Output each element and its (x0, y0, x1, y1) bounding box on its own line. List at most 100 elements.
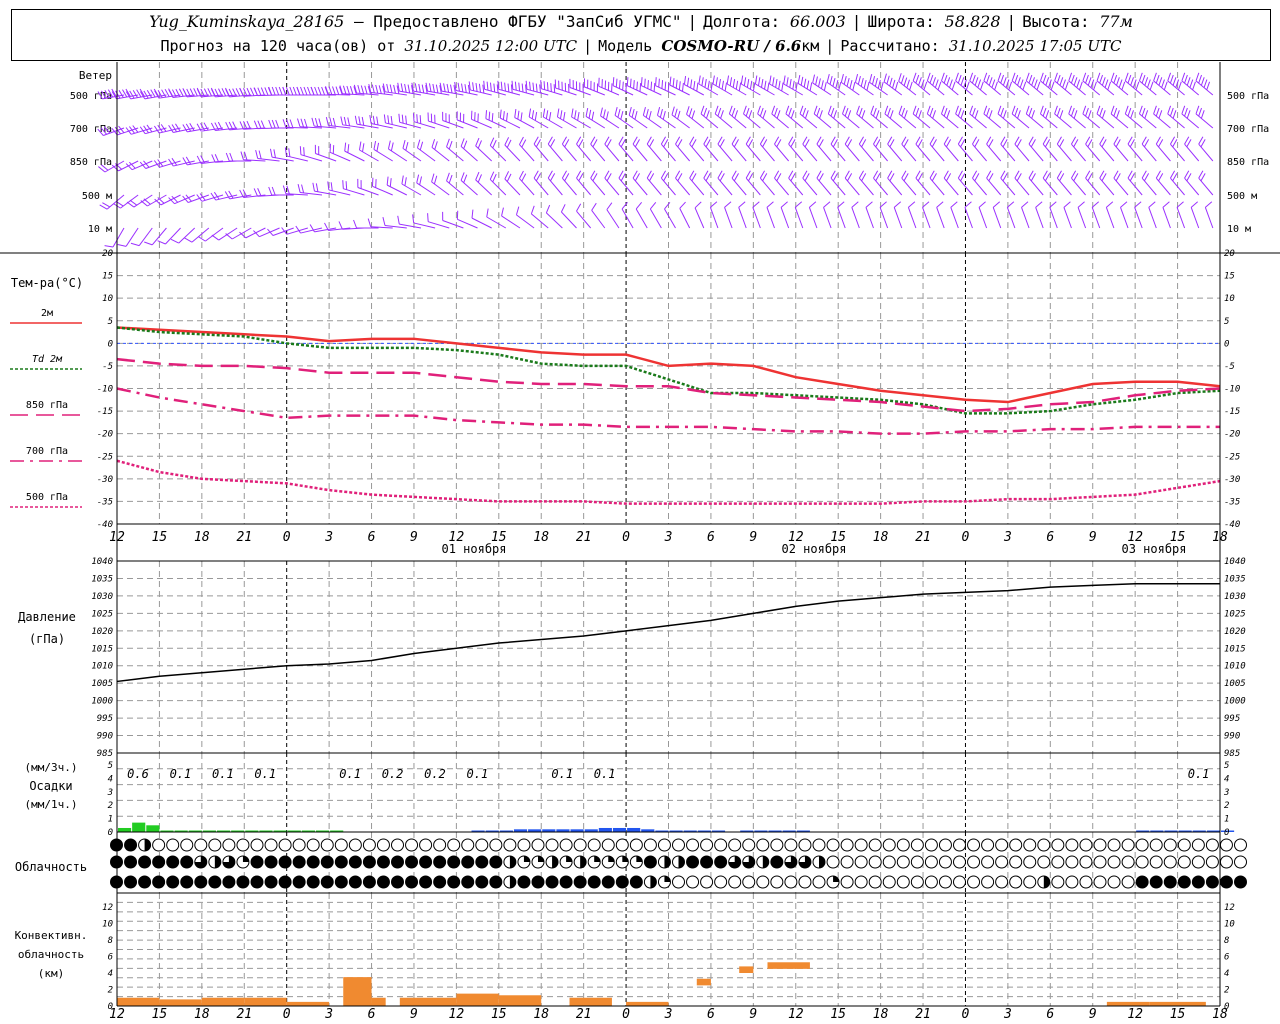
pressure-tick-label: 1000 (91, 697, 113, 707)
cloud-circle (362, 838, 376, 852)
wind-barb-feather (357, 85, 361, 94)
wind-barb-feather (788, 107, 792, 117)
wind-barb (757, 105, 775, 129)
wind-barb-feather (507, 83, 510, 93)
wind-barb (1195, 105, 1214, 129)
wind-barb-feather (986, 74, 990, 84)
wind-barb-feather (477, 140, 482, 149)
wind-barb-feather (431, 139, 436, 148)
wind-barb-feather (640, 77, 643, 86)
cloud-circle (391, 838, 404, 852)
wind-barb-feather (1073, 173, 1079, 182)
wind-barb (632, 170, 648, 196)
wind-barb (893, 201, 903, 229)
wind-barb-feather (663, 139, 669, 148)
cloud-symbol (1121, 875, 1135, 889)
wind-barb-shaft (165, 227, 181, 245)
cloud-circle (348, 838, 362, 852)
wind-barb-feather (901, 107, 906, 117)
wind-barb (1120, 201, 1129, 229)
cloud-fill (686, 856, 699, 868)
wind-barb-feather (960, 139, 966, 148)
cloud-symbol (826, 855, 840, 869)
wind-barb-feather (514, 81, 517, 91)
wind-barb-feather (401, 114, 404, 124)
wind-barb-feather (612, 77, 615, 86)
wind-barb-feather (1148, 201, 1156, 208)
cloud-symbol (981, 838, 995, 852)
pressure-tick-label: 1000 (1224, 697, 1246, 707)
hour-tick-label: 18 (873, 1007, 889, 1022)
wind-barb-feather (360, 85, 365, 94)
cloud-title: Облачность (15, 860, 87, 874)
wind-barb-feather (314, 118, 319, 127)
cloud-circle (967, 875, 981, 889)
cloud-fill (546, 876, 559, 888)
hour-tick-label: 3 (324, 1007, 333, 1022)
cloud-symbol (742, 855, 756, 869)
cloud-symbol (1023, 855, 1037, 869)
cloud-symbol (152, 875, 166, 889)
wind-barb-feather (1056, 170, 1062, 179)
wind-barb-feather (1206, 81, 1211, 91)
cloud-circle (208, 838, 222, 852)
wind-barb (497, 80, 521, 96)
wind-barb-feather (1149, 81, 1154, 91)
cloud-fill (152, 876, 165, 888)
cloud-symbol (503, 838, 517, 852)
wind-barb-feather (929, 107, 934, 117)
hour-tick-label: 0 (283, 530, 291, 545)
cloud-circle (1037, 855, 1051, 869)
wind-barb-feather (604, 136, 610, 145)
wind-barb-feather (887, 107, 891, 117)
cloud-circle (770, 838, 784, 852)
hour-tick-label: 18 (533, 1007, 549, 1022)
wind-barb-feather (1087, 110, 1092, 119)
cloud-symbol (629, 855, 643, 869)
cloud-circle (1079, 838, 1093, 852)
wind-barb-feather (635, 202, 643, 210)
wind-barb-feather (988, 139, 994, 148)
wind-barb-feather (774, 170, 780, 179)
cloud-symbol (826, 838, 840, 852)
wind-barb-feather (960, 77, 965, 86)
wind-barb-feather (745, 136, 751, 145)
cloud-symbol (391, 875, 404, 889)
wind-barb-feather (118, 89, 124, 98)
cloud-circle (1163, 855, 1177, 869)
cloud-symbol (1093, 838, 1107, 852)
wind-barb (1021, 201, 1030, 229)
wind-barb (571, 108, 591, 129)
wind-barb (1077, 201, 1087, 229)
wind-barb (983, 72, 1002, 96)
wind-level-labels-left: 500 гПа 700 гПа 850 гПа 500 м 10 м (70, 91, 112, 235)
cloud-fill (560, 876, 573, 888)
wind-barb (983, 105, 1002, 129)
wind-barb (907, 201, 917, 229)
wind-barb (1054, 105, 1072, 129)
cloud-symbol (1009, 855, 1023, 869)
wind-barb (368, 84, 393, 96)
wind-barb-feather (703, 170, 709, 179)
convective-bar (371, 997, 386, 1006)
cloud-circle (868, 838, 882, 852)
cloud-symbol (545, 875, 559, 889)
wind-barb-feather (769, 75, 772, 85)
wind-barb-feather (1078, 81, 1083, 91)
wind-barb-feather (762, 110, 767, 119)
wind-barb-feather (809, 201, 817, 208)
wind-barb-feather (788, 170, 794, 179)
cloud-symbol (896, 855, 910, 869)
cloud-fill (532, 876, 544, 888)
cloud-circle (896, 875, 910, 889)
cloud-symbol (587, 838, 601, 852)
wind-barb-feather (175, 123, 181, 132)
cloud-symbol (517, 855, 531, 869)
wind-barb-feather (1077, 201, 1085, 208)
wind-barb (738, 201, 747, 229)
hour-tick-label: 21 (576, 1007, 592, 1022)
wind-barb (664, 202, 676, 229)
wind-barb-feather (620, 110, 624, 120)
wind-barb-feather (1129, 139, 1135, 148)
wind-barb-feather (1050, 81, 1055, 91)
